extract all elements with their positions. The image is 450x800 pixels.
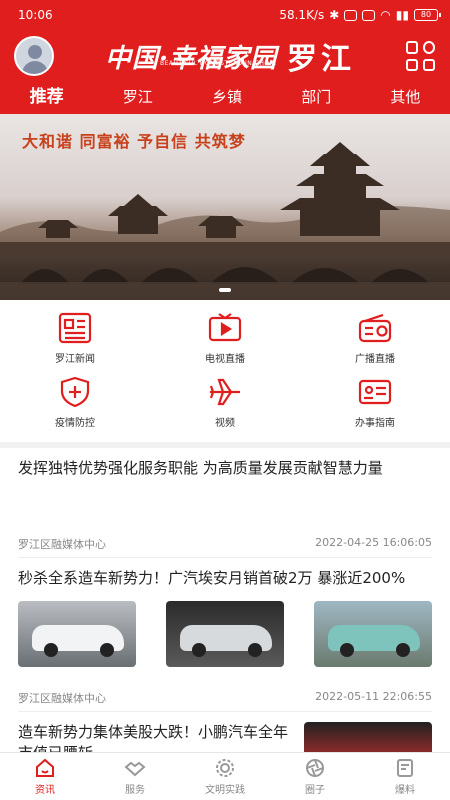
bluetooth-icon: ✱ (329, 8, 340, 22)
quick-link-label: 办事指南 (355, 418, 395, 429)
news-meta: 罗江区融媒体中心 2022-05-11 22:06:55 (18, 690, 432, 706)
news-thumbnail-car-red[interactable] (304, 722, 432, 752)
news-source: 罗江区融媒体中心 (18, 692, 106, 705)
nav-label: 圈子 (305, 785, 325, 796)
news-time: 2022-05-11 22:06:55 (315, 690, 432, 703)
quick-link-label: 罗江新闻 (55, 354, 95, 365)
news-title[interactable]: 秒杀全系造车新势力！广汽埃安月销首破2万 暴涨近200% (18, 568, 432, 589)
eye-icon (344, 9, 358, 21)
nav-news[interactable]: 资讯 (5, 757, 85, 796)
battery-icon: 80 (414, 9, 441, 21)
pagoda-bridge-illustration (0, 142, 450, 300)
newspaper-icon (58, 312, 92, 344)
news-thumbnails (18, 601, 432, 667)
radio-icon (358, 313, 392, 343)
news-thumbnail-car-teal[interactable] (314, 601, 432, 667)
nav-civilization-practice[interactable]: 文明实践 (185, 757, 265, 796)
brand-place: 罗江 (287, 42, 356, 77)
hero-banner[interactable]: 大和谐 同富裕 予自信 共筑梦 (0, 114, 450, 300)
nav-report[interactable]: 爆料 (365, 757, 445, 796)
nav-label: 服务 (125, 785, 145, 796)
nav-label: 资讯 (35, 785, 55, 796)
nav-label: 爆料 (395, 785, 415, 796)
nav-circle[interactable]: 圈子 (275, 757, 355, 796)
status-time: 10:06 (18, 8, 53, 22)
quick-link-radio-live[interactable]: 广播直播 (300, 310, 450, 374)
quick-link-guide[interactable]: 办事指南 (300, 374, 450, 438)
brand-subtitle: BEAUTIFUL HOMESTEAD IN CHINA (160, 60, 277, 67)
tab-departments[interactable]: 部门 (291, 82, 341, 114)
gear-icon (216, 759, 234, 777)
wifi-icon: ◠ (380, 8, 391, 22)
tv-icon (208, 313, 242, 342)
edit-icon (397, 759, 413, 777)
quick-link-label: 疫情防控 (55, 418, 95, 429)
tab-luojiang[interactable]: 罗江 (113, 82, 163, 114)
bottom-navigation: 资讯 服务 文明实践 圈子 爆料 (0, 752, 450, 800)
id-card-icon (358, 379, 392, 405)
news-item[interactable]: 发挥独特优势强化服务职能 为高质量发展贡献智慧力量 (18, 458, 432, 479)
news-item[interactable]: 秒杀全系造车新势力！广汽埃安月销首破2万 暴涨近200% (18, 568, 432, 667)
status-bar: 10:06 58.1K/s ✱ ◠ ▮▮ 80 (0, 0, 450, 30)
divider (18, 711, 432, 712)
tab-towns[interactable]: 乡镇 (202, 82, 252, 114)
news-source: 罗江区融媒体中心 (18, 538, 106, 551)
alarm-icon (362, 9, 376, 21)
nav-label: 文明实践 (205, 785, 245, 796)
aperture-icon (306, 759, 324, 777)
network-speed: 58.1K/s (279, 8, 325, 22)
status-icons: 58.1K/s ✱ ◠ ▮▮ 80 (279, 8, 441, 22)
news-time: 2022-04-25 16:06:05 (315, 536, 432, 549)
section-divider (0, 442, 450, 448)
divider (18, 557, 432, 558)
nav-service[interactable]: 服务 (95, 757, 175, 796)
carousel-indicator[interactable] (219, 288, 231, 292)
quick-link-label: 广播直播 (355, 354, 395, 365)
quick-link-tv-live[interactable]: 电视直播 (150, 310, 300, 374)
channel-tabs: 推荐 罗江 乡镇 部门 其他 (0, 82, 450, 114)
brand-logo: 中国·幸福家园 罗江 (105, 34, 355, 78)
quick-link-label: 视频 (215, 418, 235, 429)
user-avatar[interactable] (14, 36, 54, 76)
quick-link-news[interactable]: 罗江新闻 (0, 310, 150, 374)
handshake-icon (124, 761, 146, 777)
quick-links-grid: 罗江新闻 电视直播 广播直播 疫情防控 视频 办事指南 (0, 300, 450, 442)
news-thumbnail-car-silver[interactable] (166, 601, 284, 667)
home-icon (36, 758, 54, 777)
apps-grid-icon[interactable] (406, 41, 436, 71)
plane-icon (209, 378, 240, 406)
signal-icon: ▮▮ (395, 8, 409, 22)
news-title[interactable]: 发挥独特优势强化服务职能 为高质量发展贡献智慧力量 (18, 458, 432, 479)
quick-link-epidemic[interactable]: 疫情防控 (0, 374, 150, 438)
tab-recommend[interactable]: 推荐 (20, 82, 74, 114)
shield-plus-icon (60, 376, 90, 408)
quick-link-video[interactable]: 视频 (150, 374, 300, 438)
news-meta: 罗江区融媒体中心 2022-04-25 16:06:05 (18, 536, 432, 552)
brand-title: 中国·幸福家园 (104, 43, 278, 74)
news-thumbnail-car-white[interactable] (18, 601, 136, 667)
tab-other[interactable]: 其他 (380, 82, 430, 114)
app-header: 中国·幸福家园 罗江 BEAUTIFUL HOMESTEAD IN CHINA (0, 30, 450, 82)
quick-link-label: 电视直播 (205, 354, 245, 365)
